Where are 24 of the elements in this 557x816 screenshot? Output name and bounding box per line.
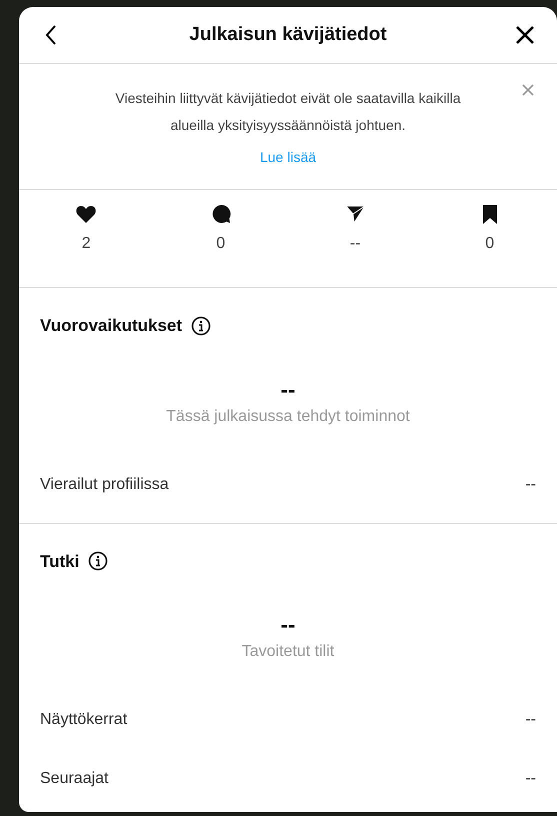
metric-label: Näyttökerrat xyxy=(40,710,128,730)
total-value: -- xyxy=(280,614,296,636)
metric-value: -- xyxy=(525,710,536,730)
info-icon[interactable] xyxy=(88,551,108,572)
stat-count: 0 xyxy=(216,234,226,254)
metric-label: Vierailut profiilissa xyxy=(40,474,169,494)
section-title: Tutki xyxy=(40,550,80,572)
chevron-left-icon[interactable] xyxy=(44,24,58,46)
heart-icon xyxy=(75,203,98,225)
total-caption: Tässä julkaisussa tehdyt toiminnot xyxy=(165,406,411,426)
speech-bubble-icon xyxy=(210,203,232,225)
section-title: Vuorovaikutukset xyxy=(40,315,182,337)
learn-more-link[interactable]: Lue lisää xyxy=(260,147,316,168)
stat-count: 2 xyxy=(82,234,91,254)
metric-label: Seuraajat xyxy=(40,769,108,789)
metric-value: -- xyxy=(525,769,536,789)
window-title: Julkaisun kävijätiedot xyxy=(189,22,387,47)
notice-text: Viesteihin liittyvät kävijätiedot eivät ole saatavilla kaikilla alueilla yksityisyyssäännöistä johtuen. xyxy=(114,89,462,135)
metric-value: -- xyxy=(525,474,536,494)
info-icon[interactable] xyxy=(191,316,212,336)
total-value: -- xyxy=(280,378,296,400)
total-caption: Tavoitetut tilit xyxy=(240,642,336,662)
stat-count: -- xyxy=(350,234,361,254)
stat-count: 0 xyxy=(485,234,494,254)
